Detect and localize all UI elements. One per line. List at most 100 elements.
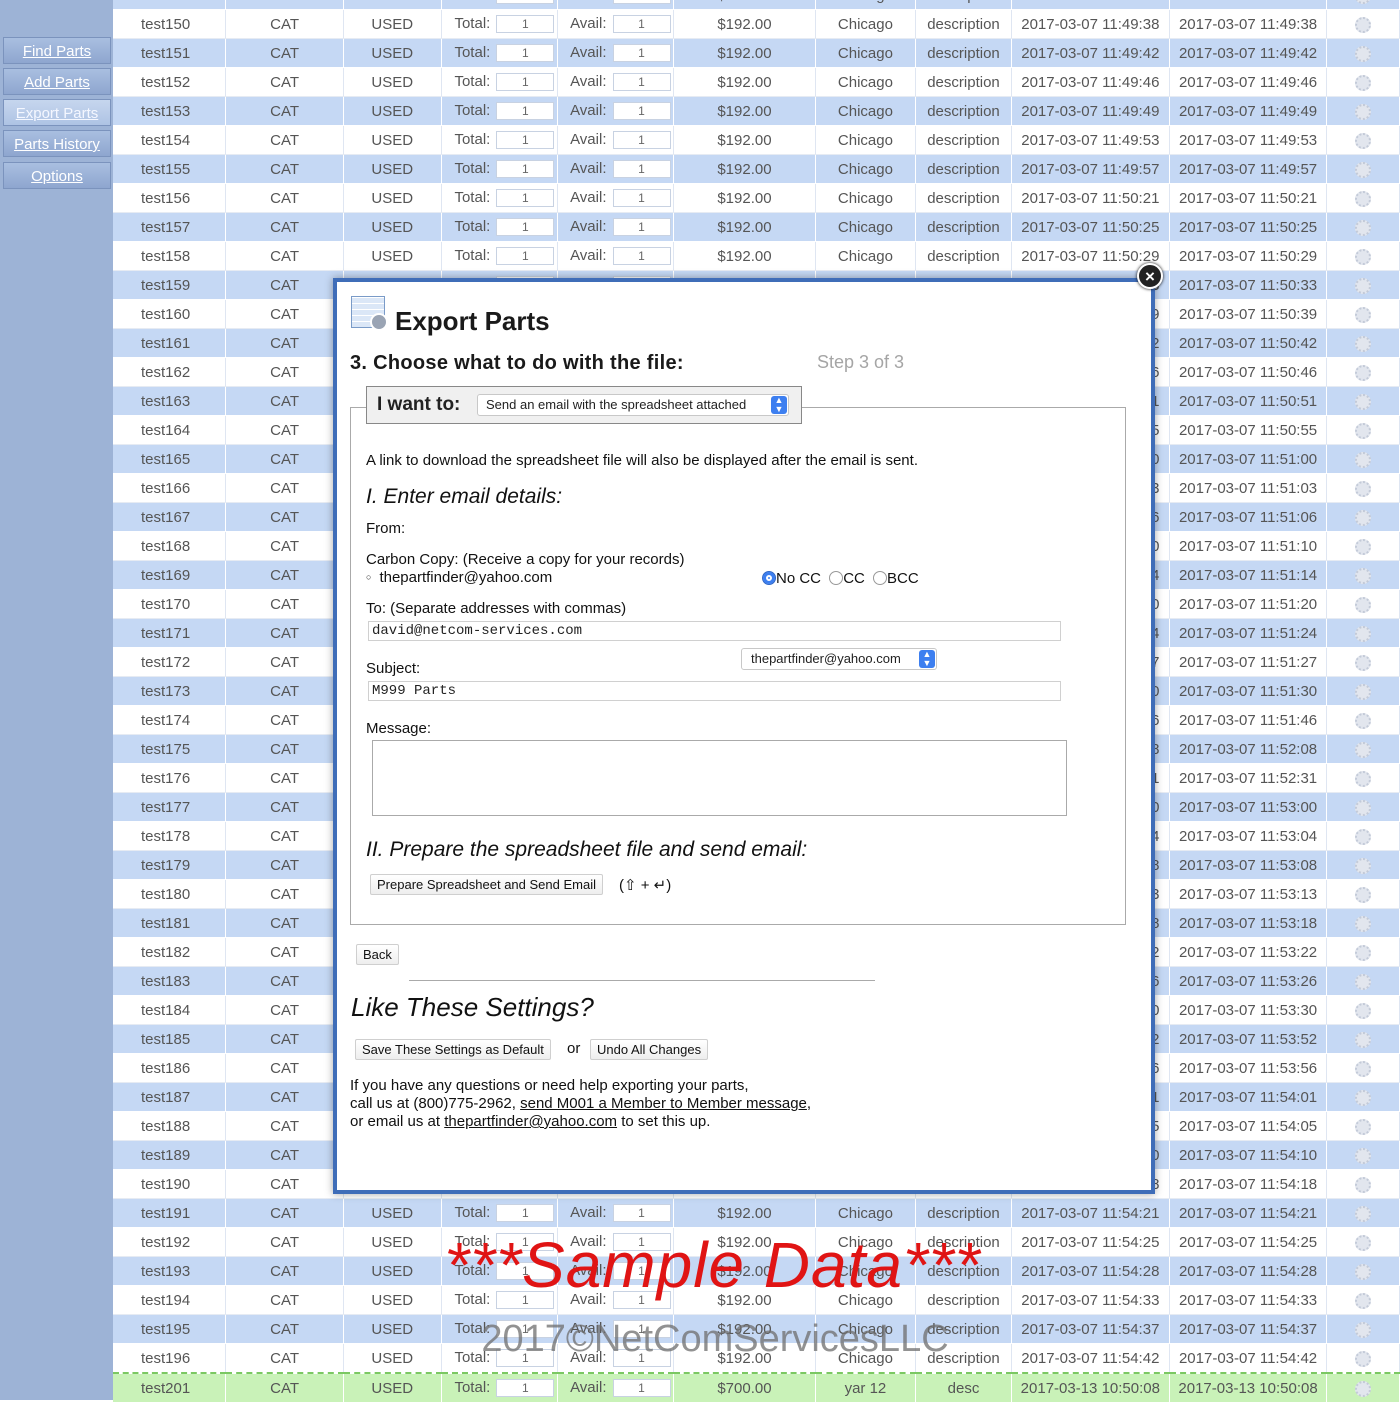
prepare-and-send-button[interactable]: Prepare Spreadsheet and Send Email	[370, 874, 603, 895]
gear-icon[interactable]	[1355, 799, 1372, 816]
avail-qty-input[interactable]: 1	[612, 1379, 671, 1398]
avail-qty-input[interactable]: 1	[612, 218, 671, 237]
gear-icon[interactable]	[1355, 1089, 1372, 1106]
table-row[interactable]: test155 CAT USED Total: 1 Avail: 1 $192.00 Chica…	[113, 154, 1400, 184]
table-row[interactable]: test153 CAT USED Total: 1 Avail: 1 $192.00 Chica…	[113, 96, 1400, 126]
member-message-link[interactable]: send M001 a Member to Member message	[520, 1095, 807, 1112]
close-icon[interactable]: ×	[1137, 263, 1163, 289]
avail-qty-input[interactable]: 1	[612, 44, 671, 63]
gear-icon[interactable]	[1355, 1118, 1372, 1135]
total-qty-input[interactable]: 1	[496, 44, 555, 63]
gear-icon[interactable]	[1355, 393, 1372, 410]
save-default-button[interactable]: Save These Settings as Default	[355, 1039, 551, 1060]
total-qty-input[interactable]: 1	[496, 1233, 555, 1252]
gear-icon[interactable]	[1355, 190, 1372, 207]
gear-icon[interactable]	[1355, 1060, 1372, 1077]
gear-icon[interactable]	[1355, 538, 1372, 555]
avail-qty-input[interactable]: 1	[612, 0, 671, 5]
gear-icon[interactable]	[1355, 625, 1372, 642]
total-qty-input[interactable]: 1	[496, 247, 555, 266]
radio-bcc[interactable]	[873, 571, 888, 585]
gear-icon[interactable]	[1355, 1176, 1372, 1193]
gear-icon[interactable]	[1355, 161, 1372, 178]
gear-icon[interactable]	[1355, 16, 1372, 33]
gear-icon[interactable]	[1355, 422, 1372, 439]
gear-icon[interactable]	[1355, 364, 1372, 381]
gear-icon[interactable]	[1355, 1147, 1372, 1164]
avail-qty-input[interactable]: 1	[612, 247, 671, 266]
radio-cc[interactable]	[829, 571, 844, 585]
gear-icon[interactable]	[1355, 1031, 1372, 1048]
table-row[interactable]: test157 CAT USED Total: 1 Avail: 1 $192.00 Chica…	[113, 212, 1400, 242]
total-qty-input[interactable]: 1	[496, 160, 555, 179]
gear-icon[interactable]	[1355, 596, 1372, 613]
avail-qty-input[interactable]: 1	[612, 1262, 671, 1281]
gear-icon[interactable]	[1355, 973, 1372, 990]
avail-qty-input[interactable]: 1	[612, 73, 671, 92]
nav-options[interactable]: Options	[3, 162, 111, 189]
gear-icon[interactable]	[1355, 770, 1372, 787]
gear-icon[interactable]	[1355, 74, 1372, 91]
gear-icon[interactable]	[1355, 451, 1372, 468]
avail-qty-input[interactable]: 1	[612, 1349, 671, 1368]
from-select[interactable]: thepartfinder@yahoo.com ▲ ▼	[741, 648, 937, 670]
gear-icon[interactable]	[1355, 886, 1372, 903]
avail-qty-input[interactable]: 1	[612, 102, 671, 121]
nav-add-parts[interactable]: Add Parts	[3, 68, 111, 95]
gear-icon[interactable]	[1355, 509, 1372, 526]
back-button[interactable]: Back	[356, 944, 399, 965]
gear-icon[interactable]	[1355, 248, 1372, 265]
total-qty-input[interactable]: 1	[496, 1204, 555, 1223]
gear-icon[interactable]	[1355, 1205, 1372, 1222]
gear-icon[interactable]	[1355, 480, 1372, 497]
total-qty-input[interactable]: 1	[496, 1320, 555, 1339]
gear-icon[interactable]	[1355, 654, 1372, 671]
table-row[interactable]: test193 CAT USED Total: 1 Avail: 1 $192.00 Chica…	[113, 1256, 1400, 1286]
total-qty-input[interactable]: 1	[496, 0, 555, 5]
message-textarea[interactable]	[372, 740, 1067, 816]
avail-qty-input[interactable]: 1	[612, 131, 671, 150]
gear-icon[interactable]	[1355, 0, 1372, 4]
nav-export-parts[interactable]: Export Parts	[3, 99, 111, 126]
undo-changes-button[interactable]: Undo All Changes	[590, 1039, 709, 1060]
table-row[interactable]: test191 CAT USED Total: 1 Avail: 1 $192.00 Chica…	[113, 1198, 1400, 1228]
gear-icon[interactable]	[1355, 45, 1372, 62]
table-row[interactable]: test201 CAT USED Total: 1 Avail: 1 $700.00 yar 1…	[113, 1372, 1400, 1403]
gear-icon[interactable]	[1355, 683, 1372, 700]
avail-qty-input[interactable]: 1	[612, 1291, 671, 1310]
support-email-link[interactable]: thepartfinder@yahoo.com	[444, 1113, 617, 1130]
total-qty-input[interactable]: 1	[496, 15, 555, 34]
gear-icon[interactable]	[1355, 1292, 1372, 1309]
table-row[interactable]: test194 CAT USED Total: 1 Avail: 1 $192.00 Chica…	[113, 1285, 1400, 1315]
avail-qty-input[interactable]: 1	[612, 1233, 671, 1252]
export-action-select[interactable]: Send an email with the spreadsheet attac…	[477, 394, 789, 416]
table-row[interactable]: test196 CAT USED Total: 1 Avail: 1 $192.00 Chica…	[113, 1343, 1400, 1374]
gear-icon[interactable]	[1355, 915, 1372, 932]
avail-qty-input[interactable]: 1	[612, 189, 671, 208]
radio-no-cc[interactable]	[762, 571, 776, 585]
gear-icon[interactable]	[1355, 132, 1372, 149]
avail-qty-input[interactable]: 1	[612, 15, 671, 34]
total-qty-input[interactable]: 1	[496, 1291, 555, 1310]
nav-parts-history[interactable]: Parts History	[3, 130, 111, 157]
total-qty-input[interactable]: 1	[496, 1379, 555, 1398]
gear-icon[interactable]	[1355, 1380, 1372, 1397]
gear-icon[interactable]	[1355, 1234, 1372, 1251]
table-row[interactable]: test156 CAT USED Total: 1 Avail: 1 $192.00 Chica…	[113, 183, 1400, 213]
gear-icon[interactable]	[1355, 828, 1372, 845]
gear-icon[interactable]	[1355, 1350, 1372, 1367]
avail-qty-input[interactable]: 1	[612, 160, 671, 179]
table-row[interactable]: test158 CAT USED Total: 1 Avail: 1 $192.00 Chica…	[113, 241, 1400, 271]
total-qty-input[interactable]: 1	[496, 218, 555, 237]
subject-input[interactable]: M999 Parts	[368, 681, 1061, 701]
table-row[interactable]: test150 CAT USED Total: 1 Avail: 1 $192.00 Chica…	[113, 9, 1400, 39]
total-qty-input[interactable]: 1	[496, 1262, 555, 1281]
total-qty-input[interactable]: 1	[496, 189, 555, 208]
table-row[interactable]: test152 CAT USED Total: 1 Avail: 1 $192.00 Chica…	[113, 67, 1400, 97]
avail-qty-input[interactable]: 1	[612, 1320, 671, 1339]
gear-icon[interactable]	[1355, 1263, 1372, 1280]
nav-find-parts[interactable]: Find Parts	[3, 37, 111, 64]
avail-qty-input[interactable]: 1	[612, 1204, 671, 1223]
gear-icon[interactable]	[1355, 306, 1372, 323]
gear-icon[interactable]	[1355, 103, 1372, 120]
